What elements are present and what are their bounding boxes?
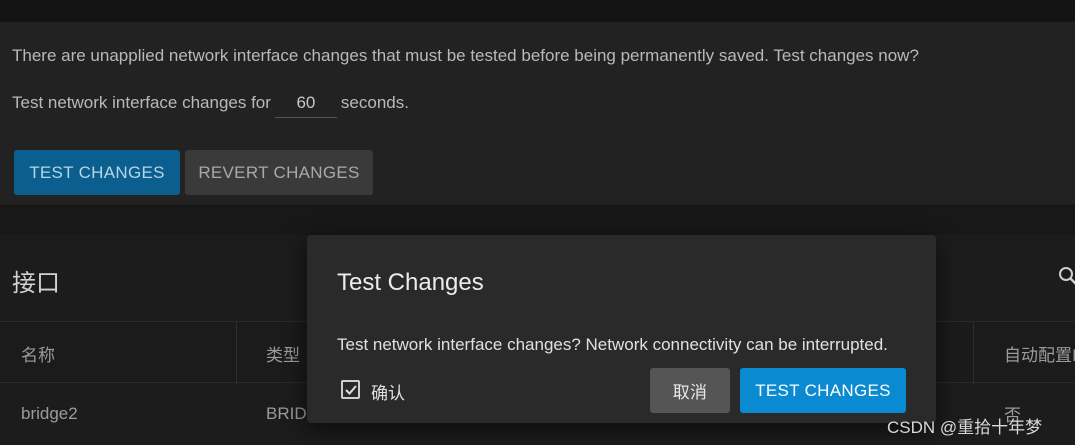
- dialog-test-changes-button[interactable]: TEST CHANGES: [740, 368, 906, 413]
- top-bar: [0, 0, 1075, 22]
- row-type-cell: BRID: [266, 404, 307, 423]
- row-name-cell: bridge2: [21, 404, 78, 423]
- watermark: CSDN @重拾十年梦: [887, 418, 1043, 437]
- revert-changes-button[interactable]: REVERT CHANGES: [185, 150, 373, 195]
- checkmark-icon: [344, 384, 357, 395]
- confirm-label[interactable]: 确认: [371, 379, 405, 404]
- column-header-autoconfig[interactable]: 自动配置I: [1004, 322, 1075, 384]
- search-icon[interactable]: [1058, 266, 1075, 286]
- banner-message: There are unapplied network interface ch…: [12, 46, 919, 65]
- panel-title: 接口: [12, 270, 60, 297]
- cancel-button[interactable]: 取消: [650, 368, 730, 413]
- duration-suffix: seconds.: [340, 93, 409, 112]
- column-divider: [973, 322, 974, 384]
- dialog-message: Test network interface changes? Network …: [337, 335, 888, 354]
- column-divider: [236, 322, 237, 384]
- column-header-name[interactable]: 名称: [21, 322, 55, 384]
- unapplied-changes-banner: There are unapplied network interface ch…: [0, 22, 1075, 206]
- banner-test-changes-button[interactable]: TEST CHANGES: [14, 150, 180, 195]
- duration-prefix: Test network interface changes for: [12, 93, 271, 112]
- dialog-title: Test Changes: [337, 269, 484, 296]
- confirm-checkbox[interactable]: [341, 380, 360, 399]
- duration-row: Test network interface changes for secon…: [12, 88, 409, 118]
- column-header-type[interactable]: 类型: [266, 322, 300, 384]
- test-changes-dialog: Test Changes Test network interface chan…: [307, 235, 936, 423]
- seconds-input[interactable]: [274, 88, 337, 118]
